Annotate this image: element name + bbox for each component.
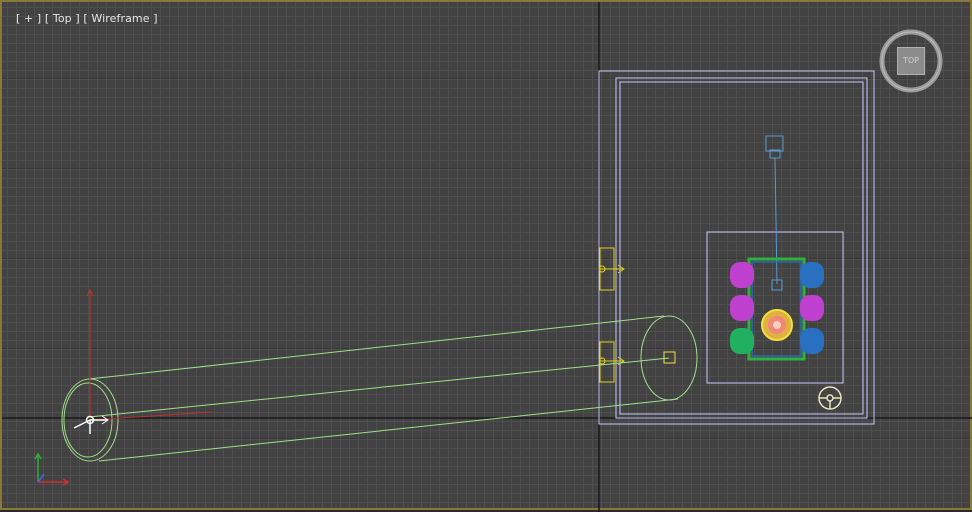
chair[interactable]	[800, 295, 824, 321]
viewport-shading-menu[interactable]: [ Wireframe ]	[83, 12, 157, 25]
camera-target[interactable]	[663, 351, 676, 364]
scene-wireframe[interactable]	[2, 2, 972, 512]
chair[interactable]	[800, 328, 824, 354]
viewport-label[interactable]: [ + ] [ Top ] [ Wireframe ]	[16, 12, 158, 25]
steering-wheel-icon[interactable]	[818, 386, 842, 410]
viewport-view-menu[interactable]: [ Top ]	[45, 12, 80, 25]
camera-frustum[interactable]	[61, 315, 698, 462]
room-walls[interactable]	[598, 70, 875, 425]
viewport-menu-plus[interactable]: [ + ]	[16, 12, 41, 25]
viewport-top-wireframe[interactable]: [ + ] [ Top ] [ Wireframe ] TOP	[0, 0, 972, 512]
viewcube-top-face[interactable]: TOP	[897, 47, 925, 75]
axis-tripod-icon	[34, 452, 70, 486]
centerpiece[interactable]	[761, 309, 793, 341]
chandelier-icon[interactable]	[765, 135, 784, 291]
chair[interactable]	[800, 262, 824, 288]
chair[interactable]	[730, 295, 754, 321]
chair[interactable]	[730, 328, 754, 354]
camera-icon[interactable]	[73, 288, 213, 434]
chair[interactable]	[730, 262, 754, 288]
viewcube-icon[interactable]: TOP	[878, 28, 944, 94]
